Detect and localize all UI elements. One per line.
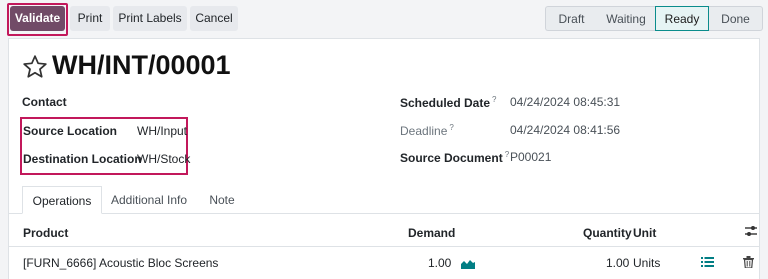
help-mark: ? — [449, 123, 454, 132]
destination-location-label: Destination Location — [23, 152, 142, 166]
status-step-ready[interactable]: Ready — [655, 6, 709, 31]
help-mark: ? — [504, 150, 510, 159]
contact-label: Contact — [22, 95, 67, 109]
tab-note[interactable]: Note — [198, 186, 246, 214]
record-title: WH/INT/00001 — [52, 50, 231, 80]
star-icon[interactable] — [22, 54, 48, 80]
validate-button[interactable]: Validate — [10, 6, 65, 31]
list-icon[interactable] — [701, 256, 714, 268]
destination-location-field[interactable]: WH/Stock — [137, 152, 190, 166]
source-location-label: Source Location — [23, 124, 118, 138]
status-step-waiting[interactable]: Waiting — [597, 6, 655, 31]
control-panel: Validate Print Print Labels Cancel Draft… — [0, 0, 768, 36]
print-button[interactable]: Print — [70, 6, 110, 31]
tab-additional-info[interactable]: Additional Info — [104, 186, 194, 214]
scheduled-date-label: Scheduled Date? — [400, 95, 497, 110]
source-document-field[interactable]: P00021 — [510, 150, 551, 164]
column-product[interactable]: Product — [23, 226, 68, 240]
column-demand[interactable]: Demand — [408, 226, 455, 240]
source-location-field[interactable]: WH/Input — [137, 124, 187, 138]
table-header-divider — [8, 246, 760, 247]
row-demand[interactable]: 1.00 — [428, 256, 451, 270]
scheduled-date-field[interactable]: 04/24/2024 08:45:31 — [510, 95, 620, 109]
cancel-button[interactable]: Cancel — [190, 6, 238, 31]
status-step-draft[interactable]: Draft — [545, 6, 597, 31]
row-product[interactable]: [FURN_6666] Acoustic Bloc Screens — [23, 256, 218, 270]
status-step-done[interactable]: Done — [709, 6, 763, 31]
tab-operations[interactable]: Operations — [22, 186, 102, 214]
row-quantity[interactable]: 1.00 — [606, 256, 629, 270]
area-chart-icon[interactable] — [461, 257, 475, 269]
column-unit[interactable]: Unit — [633, 226, 656, 240]
help-mark: ? — [492, 95, 497, 104]
row-unit[interactable]: Units — [633, 256, 660, 270]
source-document-label: Source Document? — [400, 150, 510, 165]
sliders-icon[interactable] — [744, 224, 758, 238]
column-quantity[interactable]: Quantity — [583, 226, 632, 240]
print-labels-button[interactable]: Print Labels — [113, 6, 187, 31]
deadline-label: Deadline? — [400, 123, 454, 138]
trash-icon[interactable] — [743, 256, 754, 268]
deadline-field[interactable]: 04/24/2024 08:41:56 — [510, 123, 620, 137]
